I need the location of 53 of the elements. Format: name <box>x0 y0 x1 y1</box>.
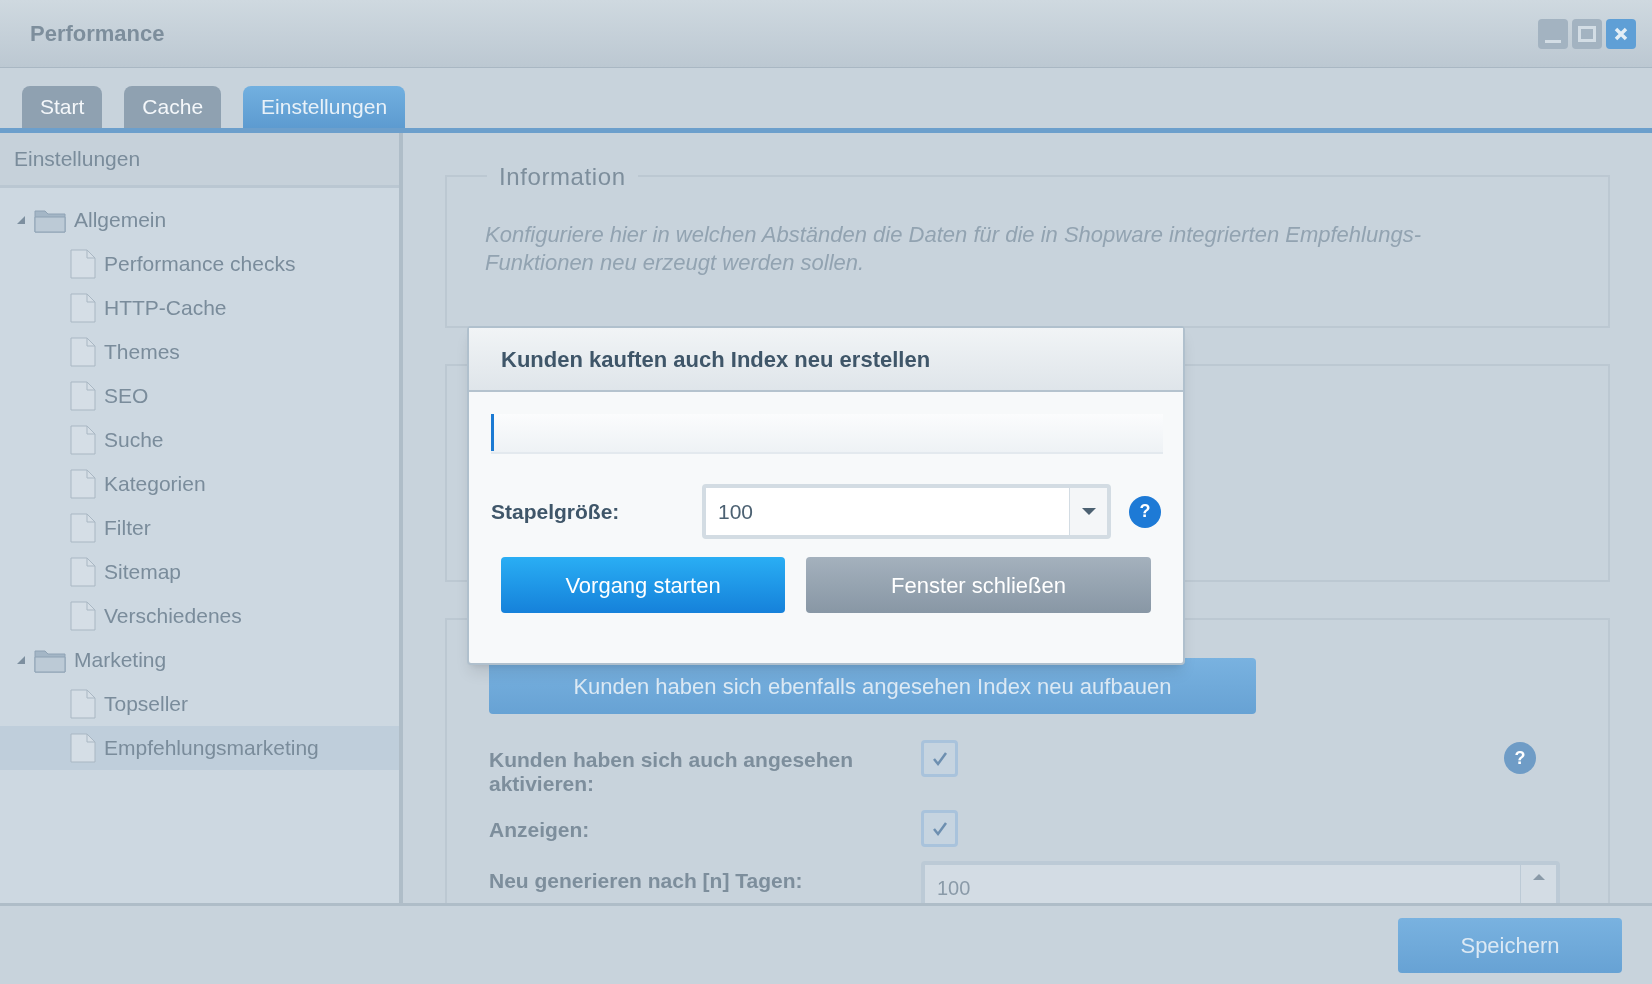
document-icon <box>70 249 96 279</box>
document-icon <box>70 425 96 455</box>
document-icon <box>70 469 96 499</box>
tree-item[interactable]: Empfehlungsmarketing <box>0 726 399 770</box>
tab[interactable]: Start <box>22 86 103 128</box>
tree-item[interactable]: Themes <box>0 330 399 374</box>
tree-item[interactable]: Verschiedenes <box>0 594 399 638</box>
sidebar-header: Einstellungen <box>0 133 399 188</box>
document-icon <box>70 337 96 367</box>
minimize-button[interactable] <box>1538 18 1568 49</box>
tree-item[interactable]: Sitemap <box>0 550 399 594</box>
checkbox[interactable] <box>921 740 958 777</box>
tree-item[interactable]: Kategorien <box>0 462 399 506</box>
save-button[interactable]: Speichern <box>1398 917 1622 973</box>
document-icon <box>70 557 96 587</box>
expander-icon[interactable] <box>16 655 26 665</box>
spin-up-icon[interactable] <box>1531 873 1546 881</box>
tree-item[interactable]: Topseller <box>0 682 399 726</box>
folder-icon <box>34 207 66 233</box>
close-window-button[interactable]: Fenster schließen <box>806 557 1151 613</box>
tree-item[interactable]: SEO <box>0 374 399 418</box>
field-label: Neu generieren nach [n] Tagen: <box>489 868 804 893</box>
document-icon <box>70 293 96 323</box>
document-icon <box>70 381 96 411</box>
tree-item[interactable]: Marketing <box>0 638 399 682</box>
document-icon <box>70 733 96 763</box>
folder-icon <box>34 647 66 673</box>
document-icon <box>70 601 96 631</box>
maximize-button[interactable] <box>1572 18 1602 49</box>
tree-item[interactable]: Allgemein <box>0 198 399 242</box>
window-title: Performance <box>30 20 165 48</box>
tab[interactable]: Cache <box>124 86 222 128</box>
close-icon <box>1613 25 1629 42</box>
start-button[interactable]: Vorgang starten <box>501 557 786 613</box>
close-button[interactable] <box>1606 18 1636 49</box>
help-icon[interactable]: ? <box>1504 742 1536 774</box>
dropdown-caret-icon[interactable] <box>1080 507 1097 516</box>
field-label: Kunden haben sich auch angesehen aktivieren: <box>489 747 855 796</box>
number-field[interactable]: 100 <box>921 861 1560 903</box>
tree-item[interactable]: Performance checks <box>0 242 399 286</box>
checkbox[interactable] <box>921 810 958 847</box>
expander-icon[interactable] <box>16 215 26 225</box>
tree-item[interactable]: HTTP-Cache <box>0 286 399 330</box>
batch-size-dropdown[interactable]: 100 <box>702 484 1111 539</box>
dialog-title: Kunden kauften auch Index neu erstellen <box>501 345 931 374</box>
tree-item[interactable]: Filter <box>0 506 399 550</box>
field-label: Anzeigen: <box>489 817 591 842</box>
document-icon <box>70 689 96 719</box>
tab[interactable]: Einstellungen <box>243 86 406 128</box>
help-icon[interactable]: ? <box>1129 495 1161 528</box>
document-icon <box>70 513 96 543</box>
tree-item[interactable]: Suche <box>0 418 399 462</box>
batch-size-label: Stapelgröße: <box>491 498 621 525</box>
